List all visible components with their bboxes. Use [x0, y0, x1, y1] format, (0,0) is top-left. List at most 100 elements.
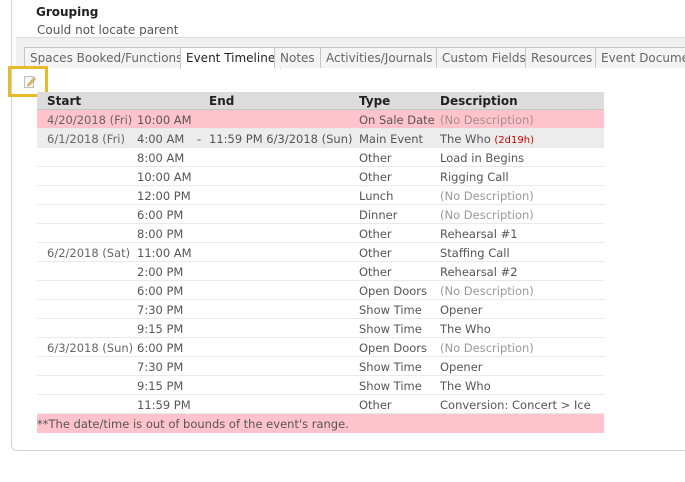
cell-type: Other: [359, 398, 392, 412]
description-text: (No Description): [440, 189, 534, 203]
cell-start-time: 6:00 PM: [137, 208, 184, 222]
cell-type: Open Doors: [359, 341, 428, 355]
cell-start-time: 9:15 PM: [137, 322, 184, 336]
cell-description: (No Description): [440, 113, 534, 127]
out-of-range-note: **The date/time is out of bounds of the …: [37, 414, 604, 433]
table-body: 4/20/2018 (Fri) 10:00 AM On Sale Date (No D…: [37, 110, 604, 414]
cell-type: Show Time: [359, 379, 422, 393]
table-row[interactable]: 6:00 PM Dinner (No Description): [37, 205, 604, 224]
description-text: Staffing Call: [440, 246, 510, 260]
table-row[interactable]: 10:00 AM Other Rigging Call: [37, 167, 604, 186]
cell-description: Staffing Call: [440, 246, 510, 260]
cell-description: (No Description): [440, 208, 534, 222]
tab-resources[interactable]: Resources: [525, 47, 599, 68]
cell-start-time: 6:00 PM: [137, 284, 184, 298]
event-timeline-table: Start End Type Description 4/20/2018 (Fr…: [37, 92, 604, 433]
cell-start-time: 12:00 PM: [137, 189, 191, 203]
description-text: The Who: [440, 379, 491, 393]
tab-event-documents[interactable]: Event Documen: [595, 47, 685, 68]
cell-start-time: 7:30 PM: [137, 303, 184, 317]
description-text: Opener: [440, 303, 483, 317]
cell-type: Main Event: [359, 132, 424, 146]
cell-description: (No Description): [440, 189, 534, 203]
cell-type: Show Time: [359, 360, 422, 374]
table-row[interactable]: 8:00 AM Other Load in Begins: [37, 148, 604, 167]
cell-description: Rigging Call: [440, 170, 509, 184]
cell-start-date: 6/2/2018 (Sat): [47, 246, 131, 260]
table-row[interactable]: 2:00 PM Other Rehearsal #2: [37, 262, 604, 281]
description-text: Rigging Call: [440, 170, 509, 184]
cell-description: Load in Begins: [440, 151, 524, 165]
table-row[interactable]: 7:30 PM Show Time Opener: [37, 300, 604, 319]
cell-start-date: 6/3/2018 (Sun): [47, 341, 134, 355]
table-row[interactable]: 4/20/2018 (Fri) 10:00 AM On Sale Date (No D…: [37, 110, 604, 129]
tab-bar: Spaces Booked/Functions Event Timeline N…: [16, 37, 685, 69]
tab-activities-journals[interactable]: Activities/Journals: [320, 47, 439, 68]
cell-description: Opener: [440, 360, 483, 374]
cell-description: Rehearsal #2: [440, 265, 518, 279]
cell-start-time: 10:00 AM: [137, 113, 192, 127]
description-text: Load in Begins: [440, 151, 525, 165]
cell-start-date: 4/20/2018 (Fri): [47, 113, 133, 127]
cell-description: The Who: [440, 322, 491, 336]
cell-range-separator: -: [197, 132, 202, 146]
table-row[interactable]: 6/3/2018 (Sun) 6:00 PM Open Doors (No Descr…: [37, 338, 604, 357]
tab-notes[interactable]: Notes: [274, 47, 321, 68]
description-text: Rehearsal #2: [440, 265, 518, 279]
description-text: The Who: [440, 322, 491, 336]
table-row[interactable]: 7:30 PM Show Time Opener: [37, 357, 604, 376]
cell-start-time: 8:00 AM: [137, 151, 185, 165]
cell-start-time: 4:00 AM: [137, 132, 185, 146]
tab-custom-fields[interactable]: Custom Fields: [436, 47, 532, 68]
table-row[interactable]: 6/1/2018 (Fri) 4:00 AM -11:59 PM 6/3/2018 …: [37, 129, 604, 148]
description-text: (No Description): [440, 341, 534, 355]
cell-type: Open Doors: [359, 284, 428, 298]
cell-description: (No Description): [440, 341, 534, 355]
table-row[interactable]: 11:59 PM Other Conversion: Concert > Ice: [37, 395, 604, 414]
cell-start-time: 10:00 AM: [137, 170, 192, 184]
tab-spaces-booked-functions[interactable]: Spaces Booked/Functions: [24, 47, 189, 68]
description-text: Conversion: Concert > Ice: [440, 398, 591, 412]
cell-type: Other: [359, 265, 392, 279]
column-header-start[interactable]: Start: [47, 94, 81, 108]
table-row[interactable]: 6:00 PM Open Doors (No Description): [37, 281, 604, 300]
table-row[interactable]: 9:15 PM Show Time The Who: [37, 376, 604, 395]
description-text: (No Description): [440, 284, 534, 298]
duration-badge: (2d19h): [494, 135, 534, 146]
cell-type: On Sale Date: [359, 113, 435, 127]
tab-event-timeline[interactable]: Event Timeline: [180, 47, 282, 69]
pencil-edit-icon: [24, 76, 36, 88]
cell-description: Opener: [440, 303, 483, 317]
cell-start-time: 11:00 AM: [137, 246, 192, 260]
description-text: Rehearsal #1: [440, 227, 518, 241]
column-header-description[interactable]: Description: [440, 94, 518, 108]
table-row[interactable]: 6/2/2018 (Sat) 11:00 AM Other Staffing Call: [37, 243, 604, 262]
column-header-end[interactable]: End: [209, 94, 234, 108]
cell-type: Other: [359, 246, 392, 260]
cell-start-time: 7:30 PM: [137, 360, 184, 374]
cell-type: Lunch: [359, 189, 394, 203]
cell-start-date: 6/1/2018 (Fri): [47, 132, 125, 146]
cell-description: The Who (2d19h): [440, 132, 534, 146]
cell-type: Other: [359, 151, 392, 165]
table-row[interactable]: 12:00 PM Lunch (No Description): [37, 186, 604, 205]
cell-type: Show Time: [359, 322, 422, 336]
cell-type: Other: [359, 227, 392, 241]
description-text: (No Description): [440, 113, 534, 127]
description-text: The Who: [440, 132, 491, 146]
grouping-title: Grouping: [36, 5, 99, 19]
column-header-type[interactable]: Type: [359, 94, 390, 108]
cell-end: 11:59 PM 6/3/2018 (Sun): [209, 132, 353, 146]
cell-start-time: 8:00 PM: [137, 227, 184, 241]
grouping-message: Could not locate parent: [37, 23, 179, 36]
cell-description: Conversion: Concert > Ice: [440, 398, 591, 412]
table-row[interactable]: 8:00 PM Other Rehearsal #1: [37, 224, 604, 243]
cell-start-time: 2:00 PM: [137, 265, 184, 279]
cell-start-time: 11:59 PM: [137, 398, 191, 412]
table-row[interactable]: 9:15 PM Show Time The Who: [37, 319, 604, 338]
footnote-text: **The date/time is out of bounds of the …: [37, 417, 349, 431]
cell-description: The Who: [440, 379, 491, 393]
cell-description: (No Description): [440, 284, 534, 298]
description-text: (No Description): [440, 208, 534, 222]
cell-start-time: 9:15 PM: [137, 379, 184, 393]
